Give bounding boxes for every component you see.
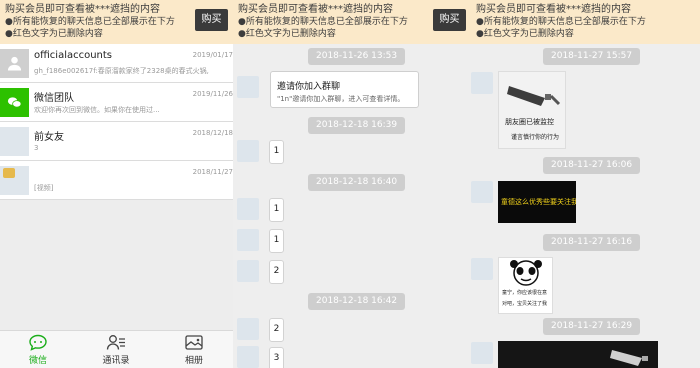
panda-face-icon — [510, 260, 542, 286]
sender-avatar — [471, 342, 493, 364]
banner-line-1: ●所有能恢复的聊天信息已全部展示在下方 — [476, 17, 646, 27]
meme-subcaption: 谨言慎行你的行为 — [511, 134, 560, 141]
tab-label: 相册 — [184, 356, 203, 366]
person-icon — [7, 56, 22, 71]
invite-desc: "1n"邀请你加入群聊，进入可查看详情。 — [277, 95, 405, 103]
meme-caption: 童德这么优秀些要关注我 — [501, 198, 576, 206]
avatar — [0, 127, 29, 156]
sender-avatar — [471, 181, 493, 203]
time-stamp: 2018-11-27 16:29 — [543, 318, 641, 335]
message-bubble: 3 — [269, 347, 284, 368]
chat-time: 2019/11/26 — [192, 90, 233, 98]
buy-button[interactable]: 购买 — [195, 9, 228, 31]
banner-title: 购买会员即可查看被***遮挡的内容 — [476, 4, 631, 15]
member-banner: 购买会员即可查看被***遮挡的内容 ●所有能恢复的聊天信息已全部展示在下方 ●红… — [433, 0, 700, 44]
message-bubble: 2 — [269, 318, 284, 342]
invite-title: 邀请你加入群聊 — [277, 82, 341, 92]
chat-list-item[interactable]: 2018/11/27 [视频] — [0, 161, 233, 200]
message-bubble: 1 — [269, 198, 284, 222]
message-bubble: 1 — [269, 229, 284, 253]
avatar — [0, 88, 29, 117]
sender-avatar — [237, 76, 259, 98]
sender-avatar — [471, 72, 493, 94]
avatar — [0, 166, 29, 195]
chat-list-item[interactable]: officialaccounts 2019/01/17 gh_f186e0026… — [0, 44, 233, 83]
chat-name: 微信团队 — [34, 93, 74, 104]
meme-image-panda[interactable]: 童宁，你应该很在意 对吧，宝贝关注了我 — [498, 257, 553, 314]
sender-avatar — [237, 260, 259, 282]
tab-album[interactable]: 相册 — [164, 334, 224, 366]
meme-subcaption: 对吧，宝贝关注了我 — [502, 301, 548, 307]
sender-avatar — [237, 346, 259, 368]
chat-preview: gh_f186e002617f:春原溜款家终了2328桌的春式火锅, — [34, 67, 209, 75]
chat-preview: [视频] — [34, 184, 54, 192]
avatar — [0, 49, 29, 78]
message-bubble: 2 — [269, 260, 284, 284]
chat-panel-2: 购买会员即可查看被***遮挡的内容 ●所有能恢复的聊天信息已全部展示在下方 ●红… — [233, 0, 433, 368]
sender-avatar — [237, 229, 259, 251]
group-badge — [3, 168, 15, 178]
message-bubble: 1 — [269, 140, 284, 164]
tab-label: 微信 — [28, 356, 47, 366]
banner-title: 购买会员即可查看被***遮挡的内容 — [238, 4, 393, 15]
screen: 购买会员即可查看被***遮挡的内容 ●所有能恢复的聊天信息已全部展示在下方 ●红… — [0, 0, 700, 368]
camera-icon — [610, 350, 648, 366]
group-invite-card[interactable]: 邀请你加入群聊 "1n"邀请你加入群聊，进入可查看详情。 — [270, 71, 419, 108]
tab-chats[interactable]: 微信 — [8, 334, 68, 366]
camera-icon — [507, 86, 561, 106]
chat-bubble-icon — [29, 334, 47, 351]
buy-button[interactable]: 购买 — [433, 9, 466, 31]
chat-name: 前女友 — [34, 132, 64, 143]
chat-name: officialaccounts — [34, 50, 113, 61]
member-banner: 购买会员即可查看被***遮挡的内容 ●所有能恢复的聊天信息已全部展示在下方 ●红… — [233, 0, 433, 44]
chat-preview: 3 — [34, 144, 39, 152]
bottom-tab-bar: 微信 通讯录 相册 — [0, 330, 233, 368]
meme-image-text[interactable]: 童德这么优秀些要关注我 — [498, 181, 576, 223]
album-icon — [185, 335, 203, 350]
contacts-icon — [106, 335, 125, 350]
meme-caption: 朋友圈已被监控 — [505, 118, 554, 126]
chat-preview: 欢迎你再次回到微信。如果你在使用过... — [34, 106, 160, 114]
time-stamp: 2018-12-18 16:42 — [308, 293, 406, 310]
banner-line-2: ●红色文字为已删除内容 — [476, 29, 574, 39]
chat-list-panel: 购买会员即可查看被***遮挡的内容 ●所有能恢复的聊天信息已全部展示在下方 ●红… — [0, 0, 233, 368]
chat-list-item[interactable]: 微信团队 2019/11/26 欢迎你再次回到微信。如果你在使用过... — [0, 83, 233, 122]
chat-time: 2018/12/18 — [192, 129, 233, 137]
time-stamp: 2018-11-26 13:53 — [308, 48, 406, 65]
sender-avatar — [237, 140, 259, 162]
sender-avatar — [237, 318, 259, 340]
chat-list-item[interactable]: 前女友 2018/12/18 3 — [0, 122, 233, 161]
banner-line-1: ●所有能恢复的聊天信息已全部展示在下方 — [238, 17, 408, 27]
wechat-logo-icon — [7, 97, 22, 108]
empty-area — [0, 206, 233, 330]
banner-line-2: ●红色文字为已删除内容 — [238, 29, 336, 39]
tab-contacts[interactable]: 通讯录 — [86, 334, 146, 366]
meme-caption: 童宁，你应该很在意 — [502, 290, 548, 296]
time-stamp: 2018-11-27 16:06 — [543, 157, 641, 174]
meme-image-cctv[interactable]: 朋友圈已被监控 谨言慎行你的行为 — [498, 71, 566, 149]
chat-panel-3: 购买会员即可查看被***遮挡的内容 ●所有能恢复的聊天信息已全部展示在下方 ●红… — [433, 0, 700, 368]
time-stamp: 2018-12-18 16:40 — [308, 174, 406, 191]
chat-time: 2018/11/27 — [192, 168, 233, 176]
sender-avatar — [471, 258, 493, 280]
video-thumbnail[interactable] — [498, 341, 658, 368]
chat-list: officialaccounts 2019/01/17 gh_f186e0026… — [0, 44, 233, 200]
tab-label: 通讯录 — [102, 356, 130, 366]
sender-avatar — [237, 198, 259, 220]
time-stamp: 2018-12-18 16:39 — [308, 117, 406, 134]
time-stamp: 2018-11-27 16:16 — [543, 234, 641, 251]
time-stamp: 2018-11-27 15:57 — [543, 48, 641, 65]
chat-time: 2019/01/17 — [192, 51, 233, 59]
